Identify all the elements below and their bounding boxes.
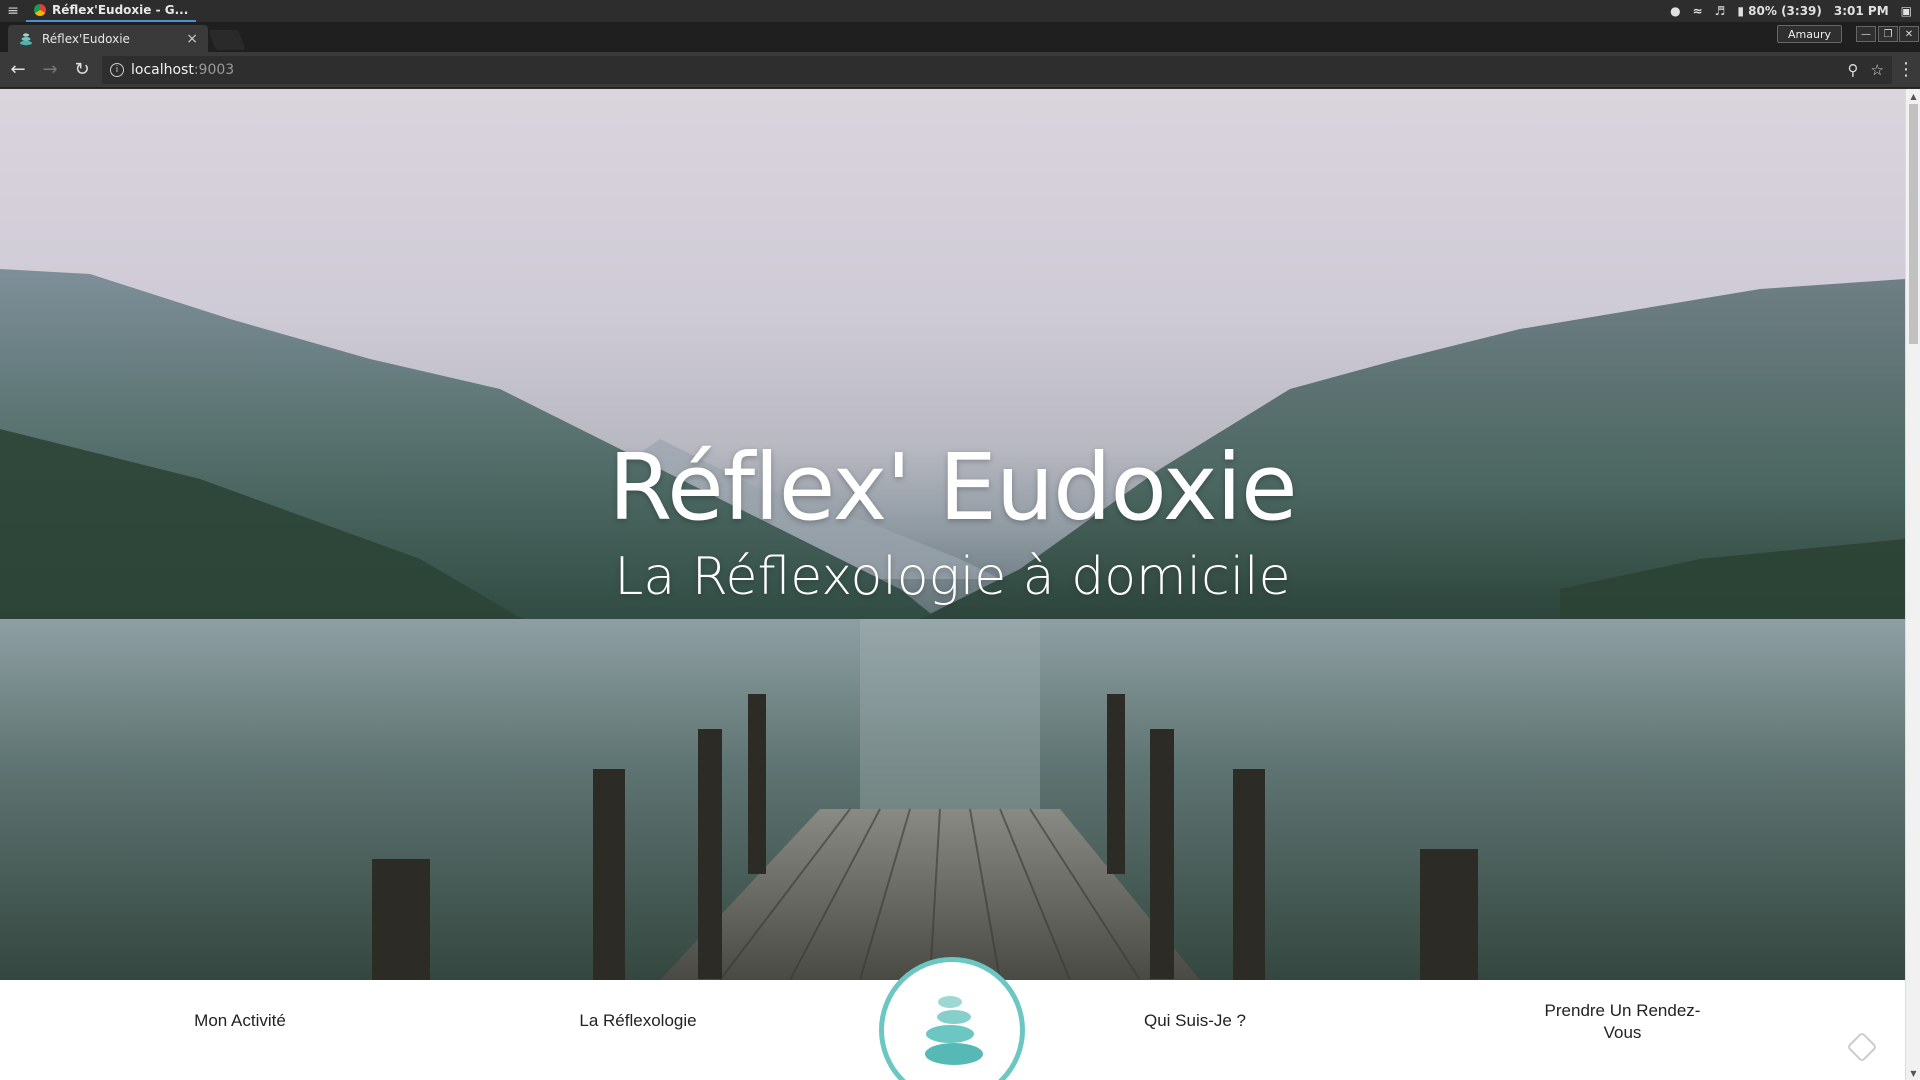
floating-tag-icon[interactable] bbox=[1846, 1031, 1878, 1063]
omnibox-actions: ⚲ ☆ bbox=[1848, 61, 1884, 79]
clock[interactable]: 3:01 PM bbox=[1834, 4, 1889, 18]
nav-prendre-rendez-vous[interactable]: Prendre Un Rendez-Vous bbox=[1540, 1000, 1705, 1044]
tab-title: Réflex'Eudoxie bbox=[42, 31, 130, 46]
nav-la-reflexologie[interactable]: La Réflexologie bbox=[548, 1010, 728, 1032]
hero-title: Réflex' Eudoxie bbox=[608, 434, 1297, 541]
volume-icon[interactable]: ♬ bbox=[1715, 4, 1726, 18]
restore-icon[interactable]: ❐ bbox=[1878, 26, 1898, 42]
profile-button[interactable]: Amaury bbox=[1777, 25, 1842, 43]
page-scrollbar[interactable]: ▲ ▼ bbox=[1905, 89, 1920, 1080]
scroll-thumb[interactable] bbox=[1909, 104, 1918, 344]
chrome-icon bbox=[34, 4, 46, 16]
scroll-up-icon[interactable]: ▲ bbox=[1906, 89, 1920, 103]
zoom-icon[interactable]: ⚲ bbox=[1848, 61, 1859, 79]
address-bar[interactable]: i localhost:9003 ⚲ ☆ bbox=[102, 55, 1892, 84]
browser-toolbar: ← → ↻ i localhost:9003 ⚲ ☆ ⋮ bbox=[0, 52, 1920, 88]
os-active-window[interactable]: Réflex'Eudoxie - G... bbox=[26, 0, 197, 22]
site-favicon-icon bbox=[18, 31, 34, 47]
user-icon[interactable]: ● bbox=[1670, 4, 1680, 18]
url-host: localhost bbox=[131, 61, 194, 78]
info-icon[interactable]: i bbox=[110, 62, 124, 77]
bookmark-star-icon[interactable]: ☆ bbox=[1871, 61, 1884, 79]
nav-qui-suis-je[interactable]: Qui Suis-Je ? bbox=[1115, 1010, 1275, 1032]
hero-section: Réflex' Eudoxie La Réflexologie à domici… bbox=[0, 89, 1905, 980]
battery-status[interactable]: ▮ 80% (3:39) bbox=[1737, 4, 1822, 18]
new-tab-button[interactable] bbox=[208, 30, 246, 50]
site-logo[interactable] bbox=[879, 957, 1025, 1080]
browser-menu-icon[interactable]: ⋮ bbox=[1892, 59, 1920, 80]
minimize-icon[interactable]: — bbox=[1856, 26, 1876, 42]
os-top-bar: ≡ Réflex'Eudoxie - G... ● ≈ ♬ ▮ 80% (3:3… bbox=[0, 0, 1920, 22]
nav-mon-activite[interactable]: Mon Activité bbox=[160, 1010, 320, 1032]
scroll-down-icon[interactable]: ▼ bbox=[1906, 1066, 1920, 1080]
site-navigation: Mon Activité La Réflexologie Qui Suis-Je… bbox=[0, 957, 1905, 1080]
wifi-icon[interactable]: ≈ bbox=[1693, 4, 1703, 18]
os-window-title: Réflex'Eudoxie - G... bbox=[52, 3, 189, 17]
display-icon[interactable]: ▣ bbox=[1901, 4, 1912, 18]
os-menu-icon[interactable]: ≡ bbox=[0, 0, 26, 22]
page-viewport: Réflex' Eudoxie La Réflexologie à domici… bbox=[0, 89, 1920, 1080]
back-arrow-icon[interactable]: ← bbox=[4, 56, 32, 84]
window-close-icon[interactable]: ✕ bbox=[1899, 26, 1919, 42]
stacked-stones-icon bbox=[925, 996, 983, 1065]
reload-icon[interactable]: ↻ bbox=[68, 56, 96, 84]
battery-icon: ▮ bbox=[1737, 4, 1744, 18]
os-tray: ● ≈ ♬ ▮ 80% (3:39) 3:01 PM ▣ bbox=[1670, 4, 1920, 18]
hero-subtitle: La Réflexologie à domicile bbox=[614, 547, 1291, 607]
browser-tab[interactable]: Réflex'Eudoxie × bbox=[8, 25, 208, 52]
battery-text: 80% (3:39) bbox=[1748, 4, 1822, 18]
tab-strip: Réflex'Eudoxie × Amaury — ❐ ✕ bbox=[0, 22, 1920, 52]
tab-close-icon[interactable]: × bbox=[186, 31, 198, 47]
forward-arrow-icon[interactable]: → bbox=[36, 56, 64, 84]
url-port: :9003 bbox=[193, 61, 235, 78]
